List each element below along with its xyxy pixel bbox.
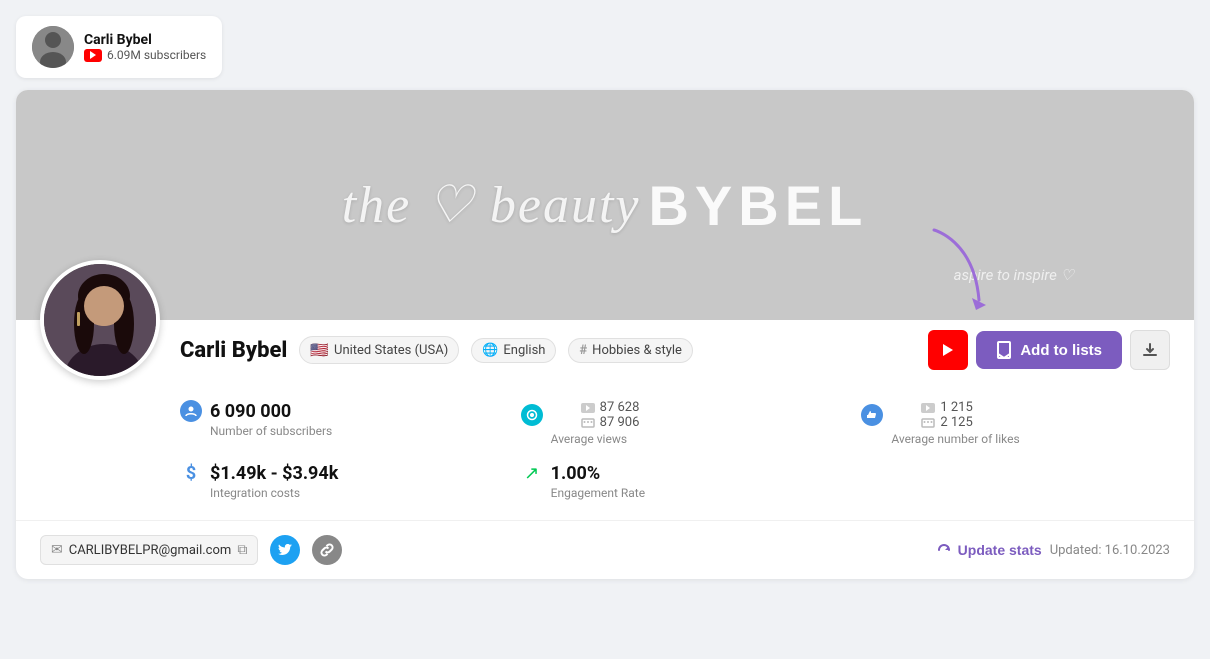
banner-text-script: the ♡ beauty [342,175,641,235]
likes-sub-value: 2 125 [940,415,972,430]
reel-icon [581,417,595,429]
reel-icon-likes [921,417,935,429]
subscribers-label: Number of subscribers [210,424,489,438]
action-buttons: Add to lists [928,330,1170,370]
updated-label: Updated: 16.10.2023 [1050,543,1170,558]
views-sub-row: 87 906 [581,415,640,430]
views-label: Average views [551,432,830,446]
footer-section: ✉ CARLIBYBELPR@gmail.com ⧉ Update stats [16,520,1194,579]
mini-avatar [32,26,74,68]
stat-engagement-header: ↗ 1.00% [521,462,830,484]
likes-sub-row: 2 125 [921,415,972,430]
category-label: Hobbies & style [592,343,682,358]
refresh-icon [936,542,952,558]
integration-label: Integration costs [210,486,489,500]
language-badge: 🌐 English [471,338,556,363]
profile-name: Carli Bybel [180,338,287,363]
update-stats-button[interactable]: Update stats [936,542,1042,558]
youtube-icon-mini [84,49,102,62]
yt-icon-views [581,403,595,413]
integration-value: $1.49k - $3.94k [210,463,338,484]
email-icon: ✉ [51,542,63,558]
engagement-value: 1.00% [551,463,601,484]
mini-card-info: Carli Bybel 6.09M subscribers [84,32,206,62]
stat-views: 87 628 87 906 Average views [521,400,830,446]
country-badge: 🇺🇸 United States (USA) [299,336,459,364]
bookmark-icon [996,341,1012,359]
stat-likes: 1 215 2 125 Average number of likes [861,400,1170,446]
profile-section: Carli Bybel 🇺🇸 United States (USA) 🌐 Eng… [16,260,1194,380]
mini-card-subscribers: 6.09M subscribers [84,48,206,62]
views-yt-value: 87 628 [600,400,640,415]
mini-card-name: Carli Bybel [84,32,206,48]
download-icon [1142,342,1158,358]
stat-subscribers-header: 6 090 000 [180,400,489,422]
globe-icon: 🌐 [482,343,498,358]
flag-icon: 🇺🇸 [310,341,329,359]
update-stats-label: Update stats [958,542,1042,558]
likes-yt-row: 1 215 [921,400,972,415]
stat-integration-costs: $ $1.49k - $3.94k Integration costs [180,462,489,500]
mini-card: Carli Bybel 6.09M subscribers [16,16,222,78]
subscribers-icon [180,400,202,422]
stat-views-header: 87 628 87 906 [521,400,830,430]
likes-icon [861,404,883,426]
email-badge: ✉ CARLIBYBELPR@gmail.com ⧉ [40,535,258,565]
views-yt-row: 87 628 [581,400,640,415]
stats-section: 6 090 000 Number of subscribers 87 628 [16,380,1194,520]
add-to-lists-button[interactable]: Add to lists [976,331,1122,369]
language-label: English [503,343,545,358]
dollar-icon: $ [180,462,202,484]
yt-icon-likes [921,403,935,413]
trend-icon: ↗ [521,462,543,484]
stat-subscribers: 6 090 000 Number of subscribers [180,400,489,446]
category-badge: # Hobbies & style [568,338,692,363]
youtube-button[interactable] [928,330,968,370]
profile-avatar [40,260,160,380]
views-sub-value: 87 906 [600,415,640,430]
stat-engagement: ↗ 1.00% Engagement Rate [521,462,830,500]
profile-header-row: Carli Bybel 🇺🇸 United States (USA) 🌐 Eng… [180,330,1170,370]
stat-integration-header: $ $1.49k - $3.94k [180,462,489,484]
footer-right: Update stats Updated: 16.10.2023 [936,542,1170,558]
hash-icon: # [579,343,587,358]
twitter-icon[interactable] [270,535,300,565]
email-address: CARLIBYBELPR@gmail.com [69,543,232,558]
main-profile-card: the ♡ beauty BYBEL aspire to inspire ♡ [16,90,1194,579]
download-button[interactable] [1130,330,1170,370]
banner-text-bybel: BYBEL [648,173,868,238]
stat-likes-header: 1 215 2 125 [861,400,1170,430]
link-icon[interactable] [312,535,342,565]
country-label: United States (USA) [334,343,448,358]
copy-icon[interactable]: ⧉ [237,542,247,558]
add-to-lists-label: Add to lists [1020,342,1102,359]
subscribers-value: 6 090 000 [210,401,291,422]
engagement-label: Engagement Rate [551,486,830,500]
profile-main-info: Carli Bybel 🇺🇸 United States (USA) 🌐 Eng… [180,260,1170,370]
likes-yt-value: 1 215 [940,400,972,415]
likes-label: Average number of likes [891,432,1170,446]
views-icon [521,404,543,426]
